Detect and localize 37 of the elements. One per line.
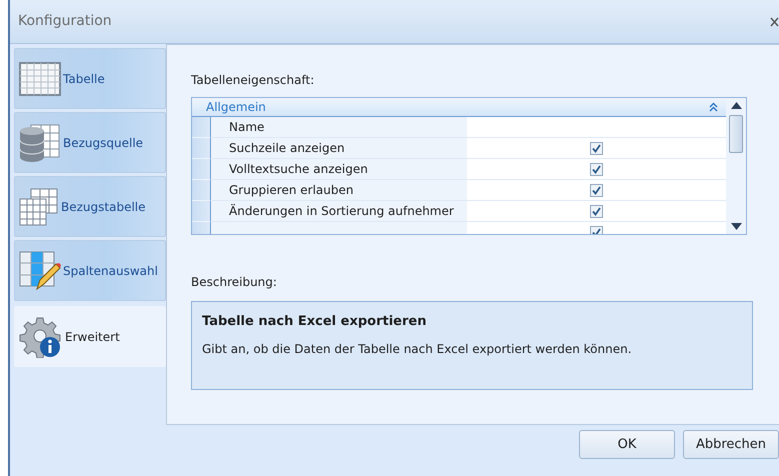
collapse-icon[interactable] xyxy=(709,102,718,112)
scroll-down-icon[interactable] xyxy=(730,223,742,230)
table-icon xyxy=(19,62,61,96)
property-name: Änderungen in Sortierung aufnehmer xyxy=(210,201,467,222)
section-label: Beschreibung: xyxy=(191,274,278,291)
scrollbar[interactable] xyxy=(726,98,746,234)
row-gutter xyxy=(192,117,210,138)
dialog-button[interactable]: OK xyxy=(579,430,675,459)
checkbox[interactable] xyxy=(590,142,603,154)
section-label: Tabelleneigenschaft: xyxy=(191,72,316,89)
checkbox[interactable] xyxy=(590,162,603,176)
window-title: Konfiguration xyxy=(18,12,112,31)
close-icon[interactable] xyxy=(770,16,779,26)
checkbox[interactable] xyxy=(590,204,603,218)
tab[interactable]: Erweitert xyxy=(14,306,166,367)
database-table-icon xyxy=(19,122,61,162)
row-gutter xyxy=(192,138,210,159)
column-edit-icon xyxy=(19,250,61,290)
scrollbar-thumb[interactable] xyxy=(729,115,743,153)
dialog-button[interactable]: Abbrechen xyxy=(683,430,779,459)
category-header[interactable]: Allgemein xyxy=(192,98,726,117)
property-name: Gruppieren erlauben xyxy=(210,180,467,201)
row-gutter xyxy=(192,180,210,201)
gear-info-icon xyxy=(19,316,63,358)
tab[interactable]: Spaltenauswahl xyxy=(14,240,166,301)
property-name: Suchzeile anzeigen xyxy=(210,138,467,159)
tab[interactable]: Tabelle xyxy=(14,48,166,109)
description-text: Gibt an, ob die Daten der Tabelle nach Excel exportiert werden können. xyxy=(202,340,633,358)
checkbox[interactable] xyxy=(590,184,603,196)
row-gutter xyxy=(192,159,210,180)
tables-icon xyxy=(19,188,59,226)
tab[interactable]: Bezugstabelle xyxy=(14,176,166,237)
property-name: Volltextsuche anzeigen xyxy=(210,159,467,180)
description-title: Tabelle nach Excel exportieren xyxy=(202,313,428,331)
tab[interactable]: Bezugsquelle xyxy=(14,112,166,173)
property-name: Name xyxy=(210,117,467,138)
scroll-up-icon[interactable] xyxy=(730,102,742,109)
